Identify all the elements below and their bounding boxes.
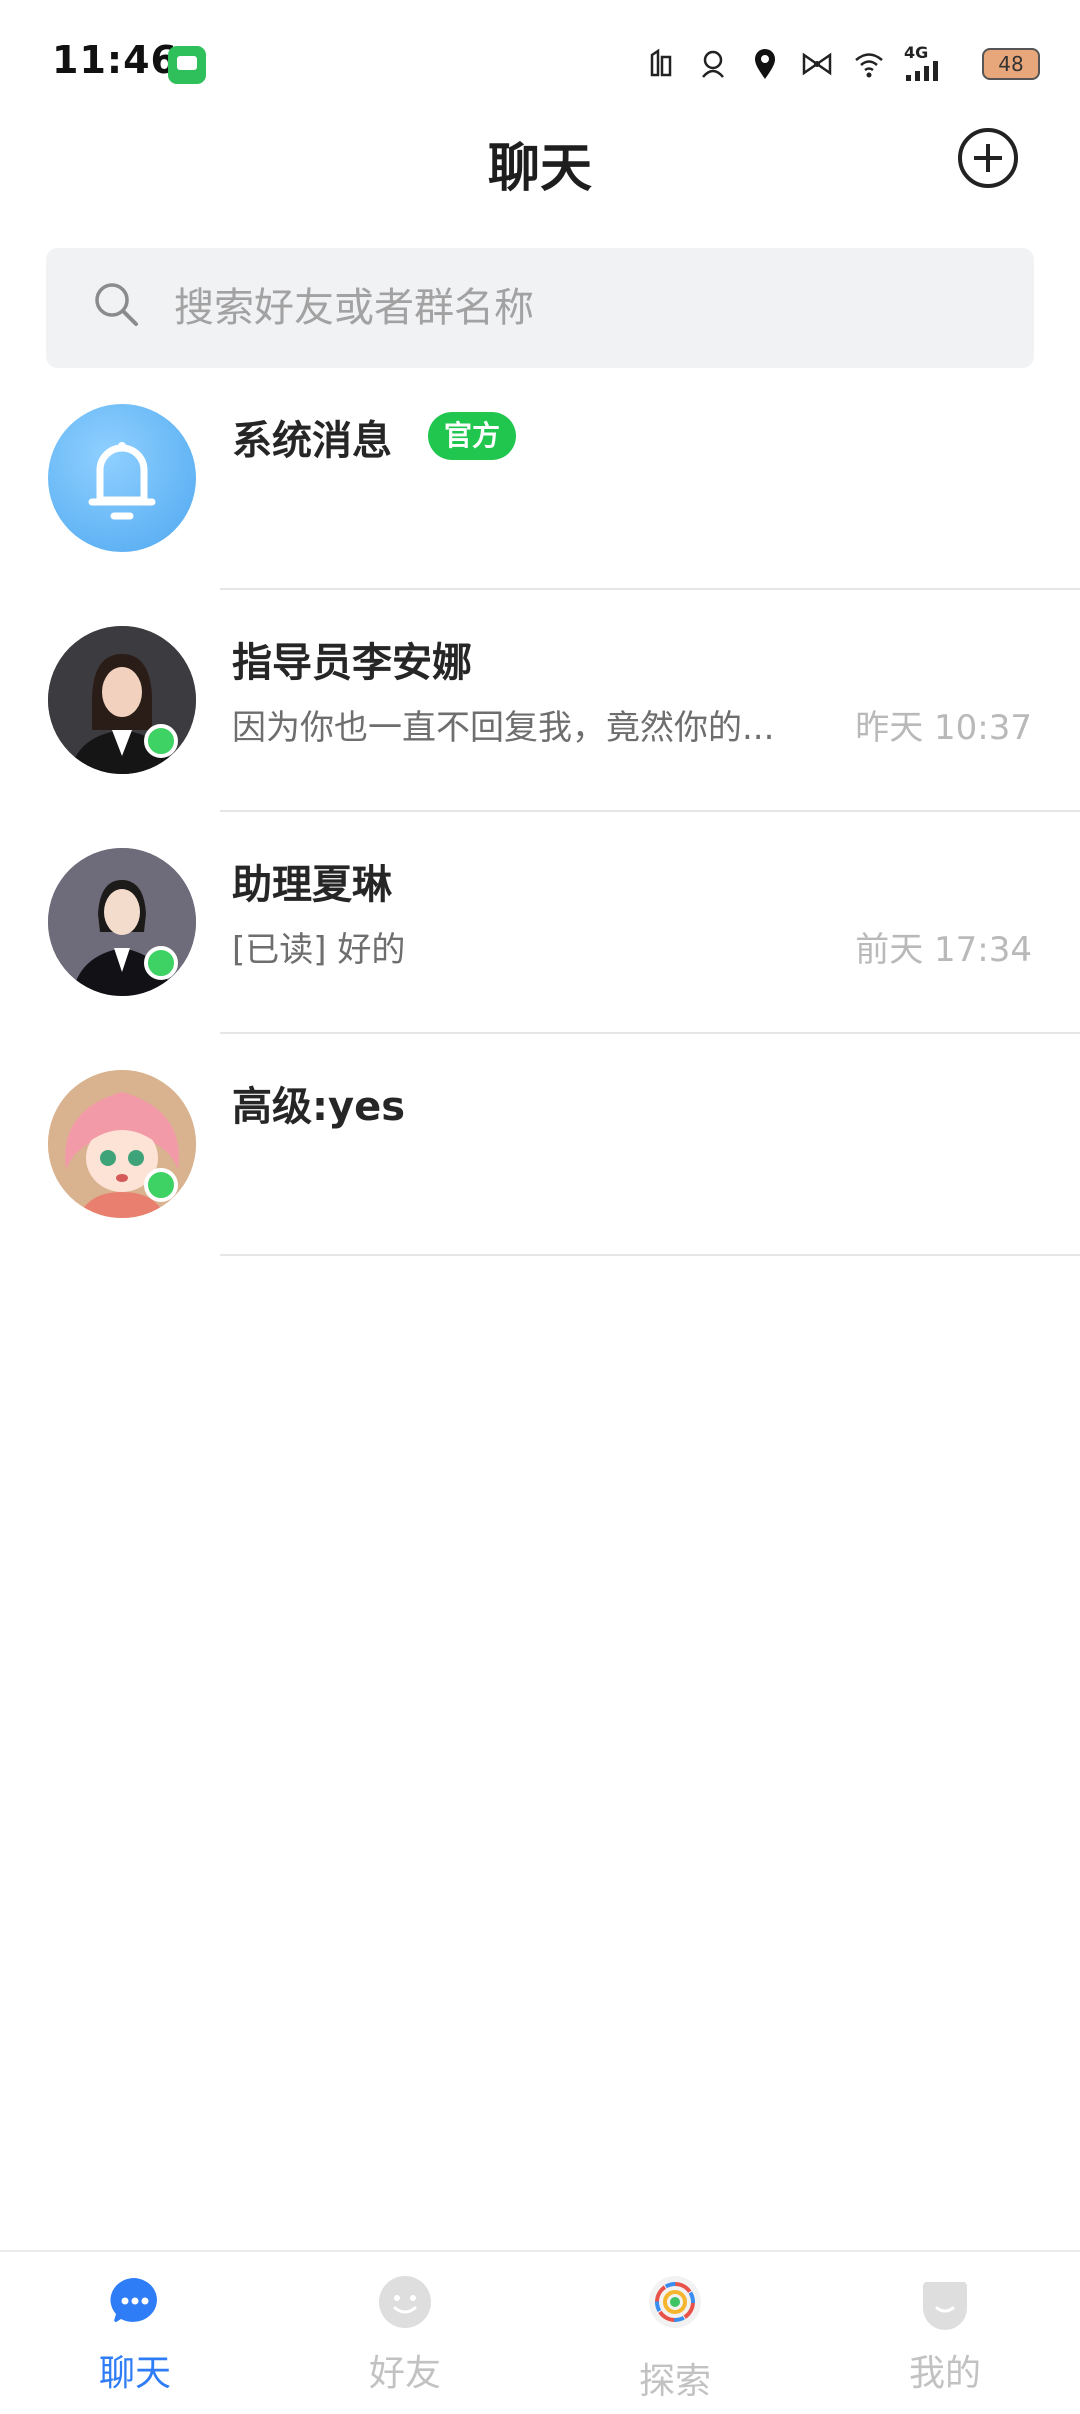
message-time: 昨天 10:37 [855,708,1032,748]
tab-label: 聊天 [98,2353,171,2394]
bow-icon [802,52,832,76]
tab-label: 我的 [908,2353,981,2394]
character-icon [702,50,724,78]
status-icons: 4G 48 [644,42,1040,86]
aperture-icon [649,2276,701,2328]
conversation-name: 高级:yes [232,1084,406,1130]
message-app-icon [168,46,206,84]
conversation-item[interactable]: 高级:yes [0,1034,1080,1256]
bell-icon [88,442,156,520]
conversation-name: 指导员李安娜 [232,640,472,686]
status-bar: 11:46 4G 48 [0,0,1080,120]
wifi-icon [855,53,883,78]
tab-chat[interactable]: 聊天 [0,2252,270,2414]
tab-explore[interactable]: 探索 [540,2252,810,2414]
conversation-name: 系统消息 [232,418,392,464]
conversation-item[interactable]: 助理夏琳 [已读] 好的 前天 17:34 [0,812,1080,1034]
tab-label: 好友 [368,2353,441,2394]
conversation-item-system[interactable]: 系统消息 官方 [0,368,1080,590]
divider [220,1254,1080,1256]
conversation-item[interactable]: 指导员李安娜 因为你也一直不回复我，竟然你的... 昨天 10:37 [0,590,1080,812]
conversation-name: 助理夏琳 [232,862,392,908]
tab-me[interactable]: 我的 [810,2252,1080,2414]
bottom-tab-bar: 聊天 好友 探索 我的 [0,2250,1080,2414]
add-button[interactable] [958,128,1018,188]
tab-label: 探索 [638,2361,711,2402]
profile-icon [923,2282,967,2330]
online-indicator [144,724,178,758]
page-title: 聊天 [487,139,592,199]
search-icon [95,283,138,326]
battery-indicator: 48 [982,48,1040,80]
search-bar[interactable] [46,248,1034,368]
notification-icon [650,48,672,77]
official-badge: 官方 [428,412,517,460]
message-time: 前天 17:34 [855,930,1032,970]
online-indicator [144,1168,178,1202]
online-indicator [144,946,178,980]
search-input[interactable] [174,248,994,368]
avatar [48,404,196,552]
signal-4g-icon: 4G [904,43,964,81]
status-time: 11:46 [52,38,178,82]
header: 聊天 [0,120,1080,200]
tab-friends[interactable]: 好友 [270,2252,540,2414]
last-message: [已读] 好的 [232,930,406,970]
last-message: 因为你也一直不回复我，竟然你的... [232,708,775,748]
smiley-icon [379,2276,431,2328]
chat-bubble-icon [110,2277,157,2324]
location-icon [755,49,775,79]
